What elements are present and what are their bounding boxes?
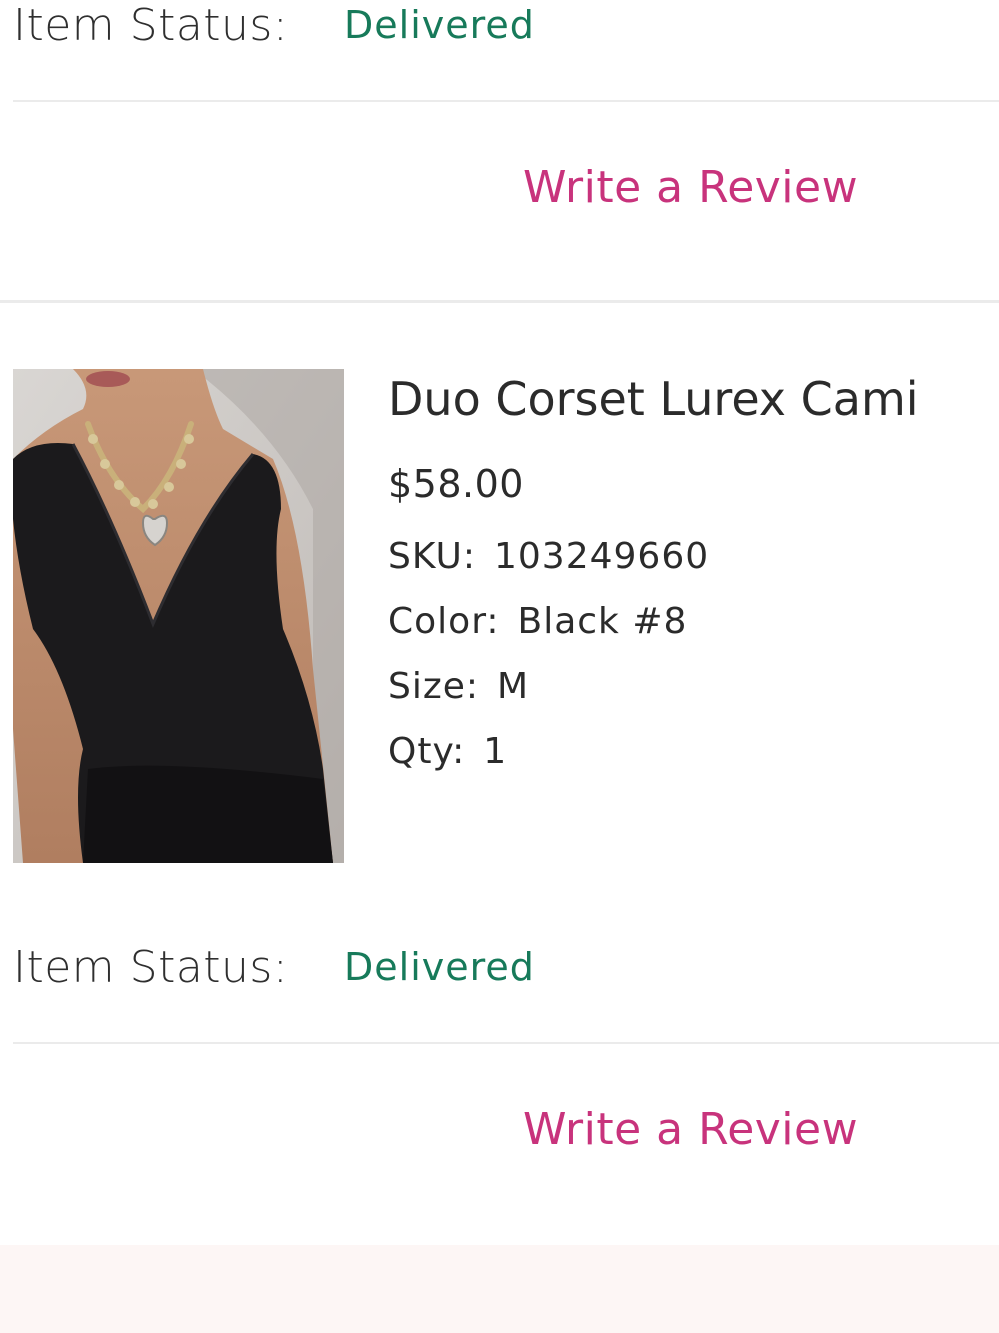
qty-label: Qty: <box>388 731 466 772</box>
product-qty: Qty: 1 <box>388 719 919 784</box>
item-status-value: Delivered <box>344 945 535 989</box>
product-size: Size: M <box>388 654 919 719</box>
product-image[interactable] <box>13 369 344 863</box>
sku-value: 103249660 <box>493 536 710 577</box>
divider <box>13 100 999 102</box>
product-price: $58.00 <box>388 462 524 506</box>
product-details: Duo Corset Lurex Cami $58.00 SKU: 1032496… <box>388 372 919 784</box>
item-status-row: Item Status: Delivered <box>13 0 535 55</box>
divider <box>13 1042 999 1044</box>
sku-label: SKU: <box>388 536 476 577</box>
item-status-value: Delivered <box>344 3 535 47</box>
section-divider <box>0 300 999 303</box>
size-value: M <box>497 666 530 707</box>
item-status-row: Item Status: Delivered <box>13 937 535 997</box>
color-label: Color: <box>388 601 500 642</box>
qty-value: 1 <box>483 731 508 772</box>
write-review-link[interactable]: Write a Review <box>523 1104 858 1155</box>
item-status-label: Item Status: <box>13 0 289 51</box>
size-label: Size: <box>388 666 480 707</box>
footer-band <box>0 1245 999 1333</box>
product-name[interactable]: Duo Corset Lurex Cami <box>388 372 919 426</box>
product-color: Color: Black #8 <box>388 589 919 654</box>
product-sku: SKU: 103249660 <box>388 524 919 589</box>
item-status-label: Item Status: <box>13 941 289 993</box>
color-value: Black #8 <box>517 601 688 642</box>
write-review-link[interactable]: Write a Review <box>523 162 858 213</box>
